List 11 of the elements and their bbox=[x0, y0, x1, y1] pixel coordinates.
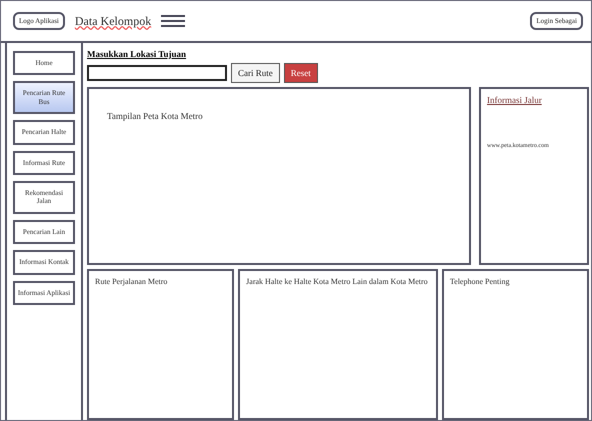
search-label: Masukkan Lokasi Tujuan bbox=[87, 49, 188, 59]
search-field[interactable] bbox=[87, 65, 227, 81]
card-title: Rute Perjalanan Metro bbox=[95, 277, 168, 286]
menu-icon[interactable] bbox=[161, 15, 186, 27]
reset-button[interactable]: Reset bbox=[284, 63, 318, 83]
app-title: Data Kelompok bbox=[74, 14, 152, 28]
card-title: Jarak Halte ke Halte Kota Metro Lain dalam Kota Metro bbox=[246, 277, 429, 286]
info-title: Informasi Jalur bbox=[487, 95, 543, 105]
card-title: Telephone Penting bbox=[450, 277, 510, 286]
search-button[interactable]: Cari Rute bbox=[231, 63, 280, 83]
map-caption: Tampilan Peta Kota Metro bbox=[107, 111, 204, 121]
